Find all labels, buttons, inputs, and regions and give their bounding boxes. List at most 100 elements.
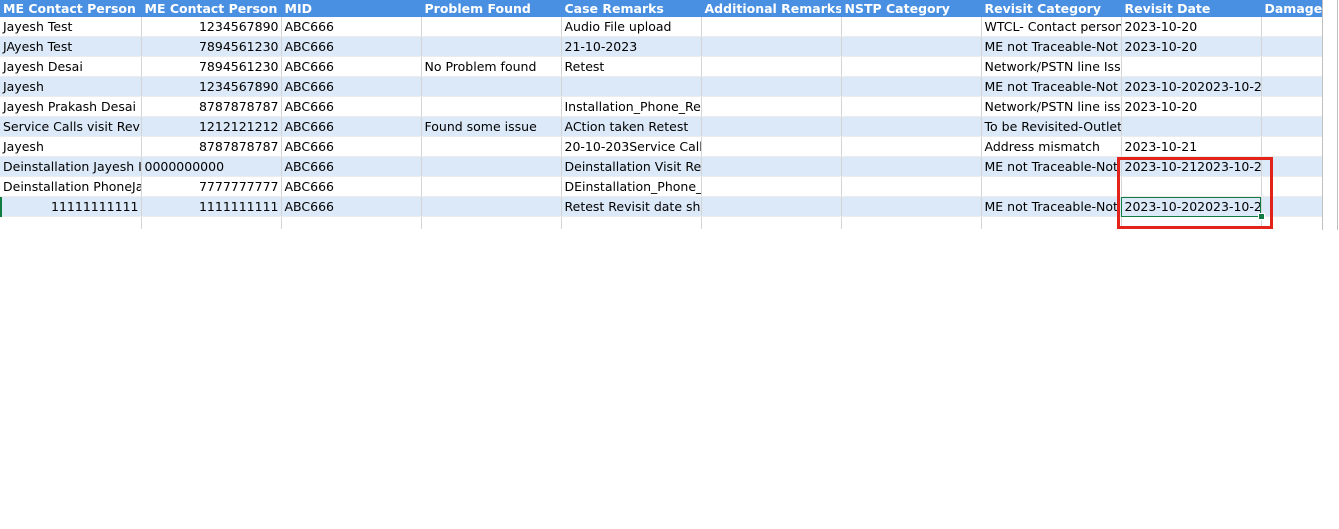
table-cell[interactable]: [841, 176, 982, 197]
col-header-contact-name[interactable]: ME Contact Person Name: [0, 0, 142, 17]
table-cell[interactable]: 2023-10-20: [1121, 17, 1262, 37]
table-cell[interactable]: 7894561230: [141, 36, 282, 57]
table-cell[interactable]: [421, 17, 562, 37]
table-cell[interactable]: Found some issue: [421, 116, 562, 137]
table-cell[interactable]: [841, 56, 982, 77]
table-cell[interactable]: [701, 96, 842, 117]
table-cell[interactable]: [841, 136, 982, 157]
table-cell[interactable]: Network/PSTN line Issue: [981, 56, 1122, 77]
table-cell[interactable]: [1261, 17, 1323, 37]
table-cell[interactable]: Jayesh Desai: [0, 56, 142, 77]
table-cell[interactable]: ABC666: [281, 76, 422, 97]
table-cell[interactable]: Deinstallation Visit Revisit: [561, 156, 702, 177]
table-cell[interactable]: Jayesh: [0, 136, 142, 157]
table-cell[interactable]: [1261, 136, 1323, 157]
table-cell[interactable]: ABC666: [281, 156, 422, 177]
empty-cell[interactable]: [981, 216, 1122, 229]
table-cell[interactable]: [701, 56, 842, 77]
table-cell[interactable]: Network/PSTN line iss: [981, 96, 1122, 117]
table-cell[interactable]: ME not Traceable-Not: [981, 36, 1122, 57]
col-header-case-remarks[interactable]: Case Remarks: [561, 0, 702, 17]
table-cell[interactable]: 1234567890: [141, 76, 282, 97]
table-cell[interactable]: Address mismatch: [981, 136, 1122, 157]
table-cell[interactable]: ABC666: [281, 17, 422, 37]
table-cell[interactable]: Deinstallation PhoneJa: [0, 176, 142, 197]
table-cell[interactable]: [421, 176, 562, 197]
table-cell[interactable]: ABC666: [281, 96, 422, 117]
table-cell[interactable]: WTCL- Contact person: [981, 17, 1122, 37]
table-cell[interactable]: 8787878787: [141, 136, 282, 157]
table-cell[interactable]: Deinstallation Jayesh I: [0, 156, 142, 177]
table-cell[interactable]: 1111111111: [141, 196, 282, 217]
col-header-contact-number[interactable]: ME Contact Person Number: [141, 0, 282, 17]
table-cell[interactable]: [981, 176, 1122, 197]
table-cell[interactable]: 7894561230: [141, 56, 282, 77]
table-cell[interactable]: [841, 196, 982, 217]
table-cell[interactable]: Service Calls visit Revi: [0, 116, 142, 137]
table-cell[interactable]: Retest Revisit date should be displayed …: [561, 196, 702, 217]
table-cell[interactable]: [701, 17, 842, 37]
table-cell[interactable]: [1261, 56, 1323, 77]
table-cell[interactable]: 1212121212: [141, 116, 282, 137]
table-cell[interactable]: [701, 136, 842, 157]
table-cell[interactable]: [841, 17, 982, 37]
table-cell[interactable]: [561, 76, 702, 97]
col-header-mid[interactable]: MID: [281, 0, 422, 17]
table-cell[interactable]: ABC666: [281, 196, 422, 217]
table-cell[interactable]: [421, 196, 562, 217]
table-cell[interactable]: [701, 156, 842, 177]
table-cell[interactable]: ABC666: [281, 56, 422, 77]
table-cell[interactable]: 2023-10-202023-10-20: [1121, 76, 1262, 97]
table-cell[interactable]: Jayesh Test: [0, 17, 142, 37]
table-cell[interactable]: DEinstallation_Phone_Revisit: [561, 176, 702, 197]
col-header-problem-found[interactable]: Problem Found: [421, 0, 562, 17]
col-header-damaged[interactable]: Damaged: [1261, 0, 1323, 17]
table-cell[interactable]: ACtion taken Retest: [561, 116, 702, 137]
table-cell[interactable]: [1261, 76, 1323, 97]
table-cell[interactable]: 2023-10-20: [1121, 96, 1262, 117]
table-cell[interactable]: 20-10-203Service Call Phone Revisit: [561, 136, 702, 157]
table-cell[interactable]: No Problem found: [421, 56, 562, 77]
table-cell[interactable]: ME not Traceable-Not: [981, 156, 1122, 177]
table-cell[interactable]: Retest: [561, 56, 702, 77]
table-cell[interactable]: ABC666: [281, 176, 422, 197]
table-cell[interactable]: [421, 96, 562, 117]
table-cell[interactable]: 11111111111: [0, 196, 142, 217]
table-cell[interactable]: Audio File upload: [561, 17, 702, 37]
table-cell[interactable]: [841, 116, 982, 137]
table-cell[interactable]: [421, 156, 562, 177]
table-cell[interactable]: 1234567890: [141, 17, 282, 37]
empty-cell[interactable]: [0, 216, 142, 229]
empty-cell[interactable]: [701, 216, 842, 229]
col-header-additional-remarks[interactable]: Additional Remarks: [701, 0, 842, 17]
table-cell[interactable]: 0000000000: [141, 156, 282, 177]
table-cell[interactable]: [841, 156, 982, 177]
table-cell[interactable]: [1121, 56, 1262, 77]
table-cell[interactable]: ABC666: [281, 136, 422, 157]
table-cell[interactable]: [841, 76, 982, 97]
table-cell[interactable]: [421, 76, 562, 97]
table-cell[interactable]: To be Revisited-Outlet found closed on v…: [981, 116, 1122, 137]
table-cell[interactable]: [701, 36, 842, 57]
table-cell[interactable]: [841, 36, 982, 57]
table-cell[interactable]: ABC666: [281, 36, 422, 57]
table-cell[interactable]: [701, 76, 842, 97]
table-cell[interactable]: 8787878787: [141, 96, 282, 117]
table-cell[interactable]: 21-10-2023: [561, 36, 702, 57]
table-cell[interactable]: [1121, 116, 1262, 137]
col-header-revisit-date[interactable]: Revisit Date: [1121, 0, 1262, 17]
table-cell[interactable]: ABC666: [281, 116, 422, 137]
table-cell[interactable]: JAyesh Test: [0, 36, 142, 57]
empty-cell[interactable]: [841, 216, 982, 229]
table-cell[interactable]: ME not Traceable-Not: [981, 76, 1122, 97]
table-cell[interactable]: [701, 176, 842, 197]
spreadsheet[interactable]: ME Contact Person Name ME Contact Person…: [0, 0, 1338, 230]
table-cell[interactable]: ME not Traceable-Not: [981, 196, 1122, 217]
table-cell[interactable]: Installation_Phone_Revisit: [561, 96, 702, 117]
table-cell[interactable]: 2023-10-20: [1121, 36, 1262, 57]
empty-cell[interactable]: [281, 216, 422, 229]
table-cell[interactable]: [421, 136, 562, 157]
col-header-nstp-category[interactable]: NSTP Category: [841, 0, 982, 17]
table-cell[interactable]: [1261, 96, 1323, 117]
table-cell[interactable]: 7777777777: [141, 176, 282, 197]
